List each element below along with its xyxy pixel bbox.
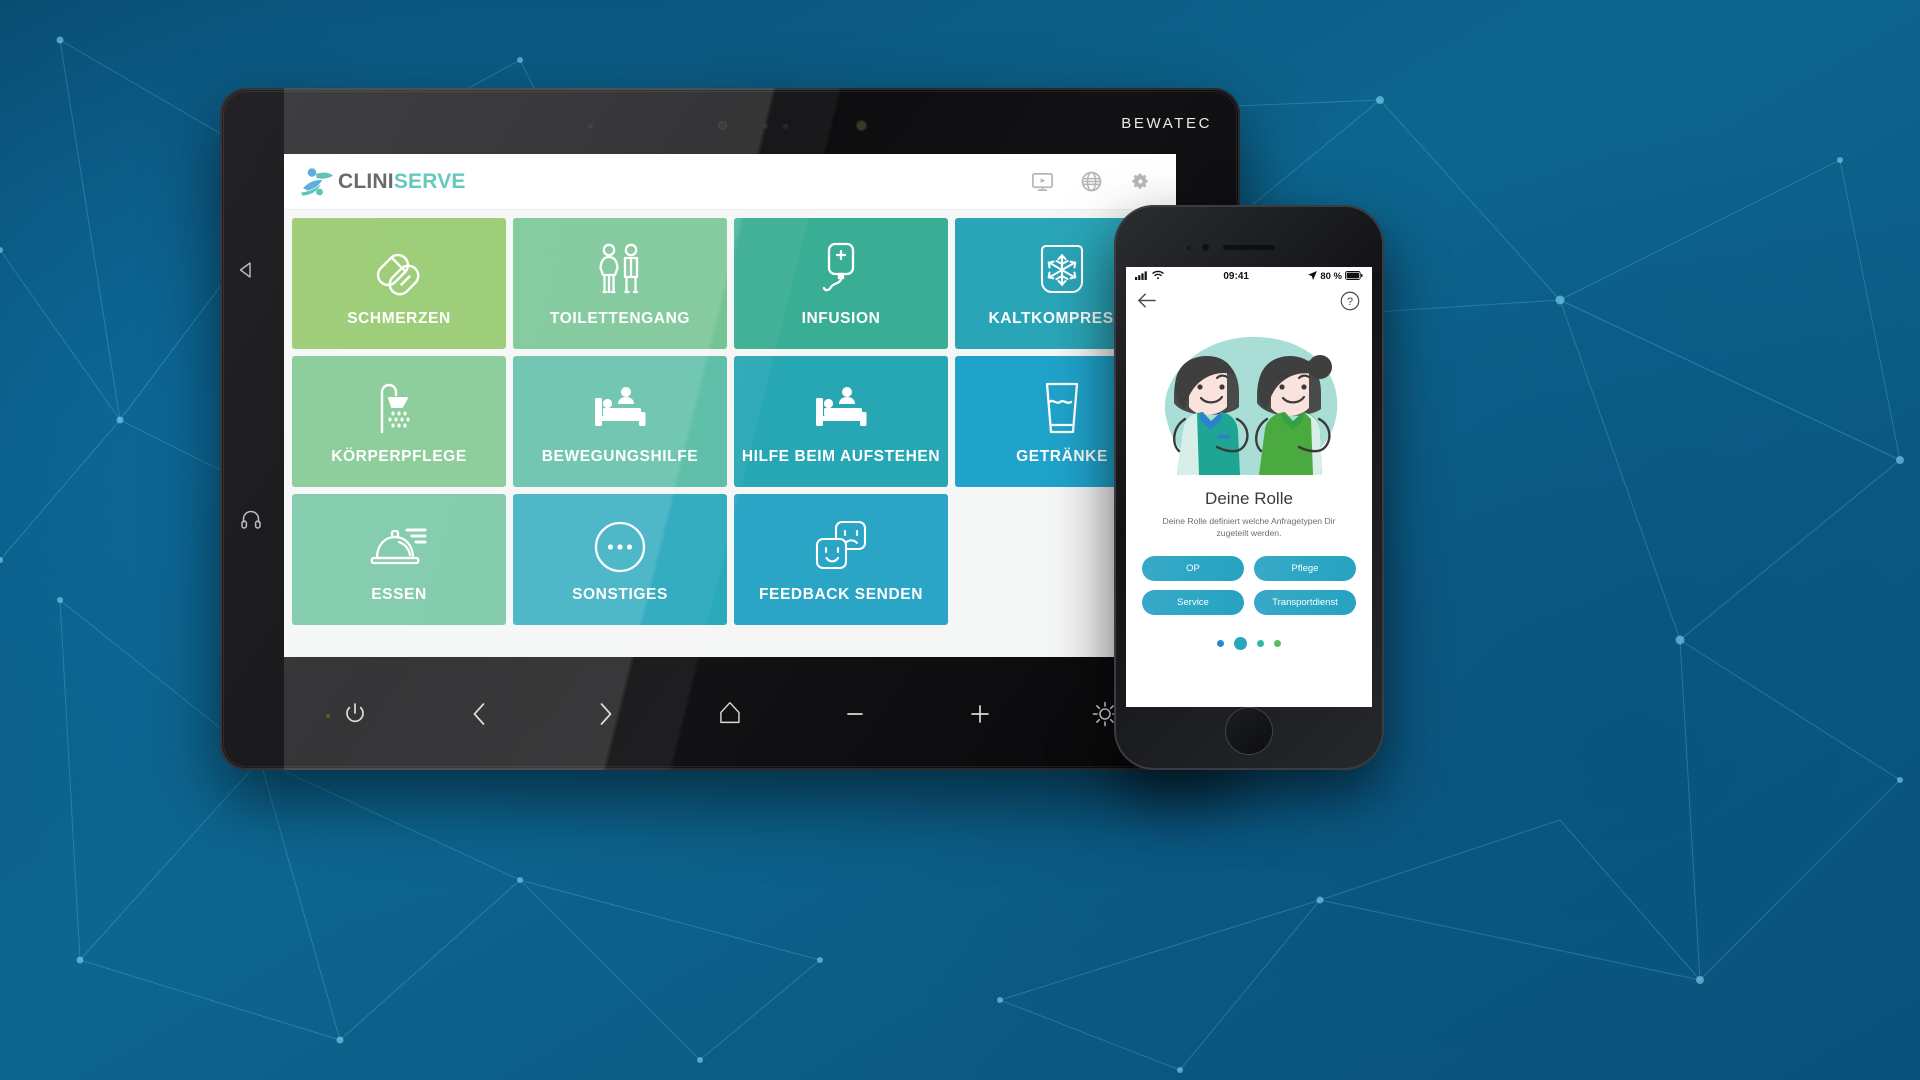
tile-koerperpflege[interactable]: KÖRPERPFLEGE bbox=[292, 356, 506, 487]
help-button[interactable]: ? bbox=[1340, 291, 1360, 316]
status-right-group: 80 % bbox=[1308, 270, 1363, 283]
pager-dot[interactable] bbox=[1274, 639, 1281, 647]
phone-screen: 09:41 80 % ? Deine Rolle Deine Rolle def… bbox=[1126, 267, 1372, 707]
phone-home-button[interactable] bbox=[1226, 708, 1272, 754]
pills-icon bbox=[371, 240, 427, 302]
phone-nav-row: ? bbox=[1126, 286, 1372, 320]
pager-dot[interactable] bbox=[1217, 639, 1224, 647]
tile-label: ESSEN bbox=[371, 585, 427, 603]
tile-label: SCHMERZEN bbox=[347, 309, 451, 327]
cliniserve-logo-mark bbox=[301, 167, 333, 195]
globe-language-icon[interactable] bbox=[1080, 170, 1103, 193]
snowflake-icon bbox=[1034, 240, 1090, 302]
tile-label: SONSTIGES bbox=[572, 585, 668, 603]
volume-down-button[interactable] bbox=[840, 699, 870, 729]
power-button[interactable] bbox=[340, 699, 370, 729]
tile-label: BEWEGUNGSHILFE bbox=[541, 447, 699, 465]
role-button-pflege[interactable]: Pflege bbox=[1254, 555, 1356, 581]
battery-percent-label: 80 % bbox=[1320, 271, 1342, 282]
feedback-faces-icon bbox=[812, 516, 870, 578]
tile-label: FEEDBACK SENDEN bbox=[758, 585, 923, 603]
signal-bars-icon bbox=[1135, 270, 1149, 283]
bed-standup-icon bbox=[811, 378, 871, 440]
tablet-camera bbox=[718, 121, 727, 130]
iv-bag-icon bbox=[815, 240, 867, 302]
tablet-brand-label: BEWATEC bbox=[1121, 115, 1212, 132]
back-arrow-icon[interactable] bbox=[1138, 293, 1156, 313]
tile-hilfe-beim-aufstehen[interactable]: HILFE BEIM AUFSTEHEN bbox=[734, 356, 948, 487]
tv-video-icon[interactable] bbox=[1031, 170, 1054, 193]
logo-text-serve: SERVE bbox=[393, 170, 466, 193]
cliniserve-logo[interactable]: CLINISERVE bbox=[300, 167, 466, 197]
tile-label: GETRÄNKE bbox=[1016, 447, 1108, 465]
page-subtitle: Deine Rolle definiert welche Anfragetype… bbox=[1162, 516, 1336, 539]
ellipsis-icon bbox=[593, 516, 647, 578]
battery-icon bbox=[1345, 270, 1363, 283]
phone-speaker bbox=[1223, 245, 1275, 250]
gear-settings-icon[interactable] bbox=[1129, 170, 1152, 193]
request-tile-grid: SCHMERZEN TOILETTENGANG INFUSION KALTKOM… bbox=[284, 210, 1176, 625]
back-button[interactable] bbox=[465, 699, 495, 729]
tile-label: INFUSION bbox=[801, 309, 881, 327]
home-button[interactable] bbox=[715, 699, 745, 729]
tablet-indicator-led bbox=[857, 121, 866, 130]
tile-label: KÖRPERPFLEGE bbox=[331, 447, 467, 465]
back-triangle-icon[interactable] bbox=[236, 260, 256, 280]
headphones-icon[interactable] bbox=[240, 508, 262, 530]
phone-device: 09:41 80 % ? Deine Rolle Deine Rolle def… bbox=[1114, 205, 1384, 770]
status-left-group bbox=[1135, 270, 1164, 283]
status-time: 09:41 bbox=[1223, 271, 1249, 282]
header-icon-group bbox=[1031, 170, 1152, 193]
phone-proximity-sensor bbox=[1187, 246, 1191, 250]
forward-button[interactable] bbox=[590, 699, 620, 729]
pager-dots bbox=[1126, 636, 1372, 650]
tile-toilettengang[interactable]: TOILETTENGANG bbox=[513, 218, 727, 349]
cliniserve-logo-text: CLINISERVE bbox=[338, 171, 466, 192]
tile-feedback-senden[interactable]: FEEDBACK SENDEN bbox=[734, 494, 948, 625]
bed-assist-icon bbox=[590, 378, 650, 440]
food-cloche-icon bbox=[369, 516, 429, 578]
tile-label: TOILETTENGANG bbox=[549, 309, 691, 327]
tile-sonstiges[interactable]: SONSTIGES bbox=[513, 494, 727, 625]
phone-front-camera bbox=[1202, 244, 1209, 251]
phone-status-bar: 09:41 80 % bbox=[1126, 267, 1372, 286]
role-button-grid: OP Pflege Service Transportdienst bbox=[1126, 555, 1372, 615]
restroom-icon bbox=[592, 240, 648, 302]
tablet-device: BEWATEC CLINISERVE SCHMERZEN TOILETTENGA… bbox=[220, 88, 1240, 770]
tablet-control-bar bbox=[284, 684, 1176, 744]
tablet-sensor bbox=[588, 124, 593, 129]
role-button-service[interactable]: Service bbox=[1142, 589, 1244, 615]
tile-label: HILFE BEIM AUFSTEHEN bbox=[741, 447, 941, 465]
pager-dot-active[interactable] bbox=[1234, 636, 1247, 650]
role-button-op[interactable]: OP bbox=[1142, 555, 1244, 581]
app-header: CLINISERVE bbox=[284, 154, 1176, 210]
wifi-icon bbox=[1152, 270, 1164, 283]
tile-essen[interactable]: ESSEN bbox=[292, 494, 506, 625]
tile-infusion[interactable]: INFUSION bbox=[734, 218, 948, 349]
tile-schmerzen[interactable]: SCHMERZEN bbox=[292, 218, 506, 349]
tablet-sensor bbox=[783, 124, 788, 129]
role-button-transportdienst[interactable]: Transportdienst bbox=[1254, 589, 1356, 615]
tablet-sensor bbox=[763, 124, 768, 129]
tablet-screen: CLINISERVE SCHMERZEN TOILETTENGANG INFUS… bbox=[284, 154, 1176, 657]
page-title: Deine Rolle bbox=[1205, 489, 1293, 508]
water-glass-icon bbox=[1039, 378, 1085, 440]
volume-up-button[interactable] bbox=[965, 699, 995, 729]
tile-bewegungshilfe[interactable]: BEWEGUNGSHILFE bbox=[513, 356, 727, 487]
location-arrow-icon bbox=[1308, 270, 1318, 283]
two-nurses-illustration bbox=[1126, 320, 1372, 485]
shower-icon bbox=[371, 378, 427, 440]
pager-dot[interactable] bbox=[1257, 639, 1264, 647]
logo-text-clini: CLINI bbox=[338, 170, 394, 193]
svg-text:?: ? bbox=[1347, 296, 1353, 308]
